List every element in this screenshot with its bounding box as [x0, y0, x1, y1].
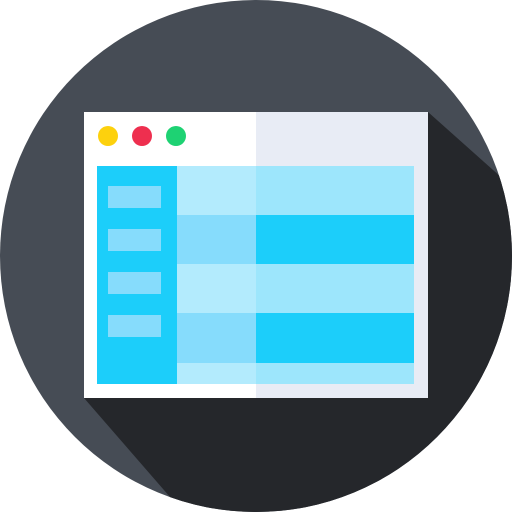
- sidebar-item-2: [108, 229, 161, 251]
- sidebar: [97, 166, 177, 384]
- window-dot-yellow-icon: [98, 126, 118, 146]
- row-4-right: [256, 313, 414, 363]
- row-3-right: [256, 264, 414, 313]
- row-1-left: [177, 166, 256, 215]
- window-dot-green-icon: [166, 126, 186, 146]
- row-2-left: [177, 215, 256, 264]
- browser-window-layout-icon: [0, 0, 512, 512]
- content-rows: [177, 166, 414, 384]
- row-5-right: [256, 363, 414, 384]
- row-4-left: [177, 313, 256, 363]
- sidebar-item-3: [108, 272, 161, 294]
- window-dot-red-icon: [132, 126, 152, 146]
- browser-window: [84, 112, 428, 398]
- sidebar-item-4: [108, 315, 161, 337]
- row-1-right: [256, 166, 414, 215]
- row-3-left: [177, 264, 256, 313]
- row-2-right: [256, 215, 414, 264]
- row-5-left: [177, 363, 256, 384]
- sidebar-item-1: [108, 186, 161, 208]
